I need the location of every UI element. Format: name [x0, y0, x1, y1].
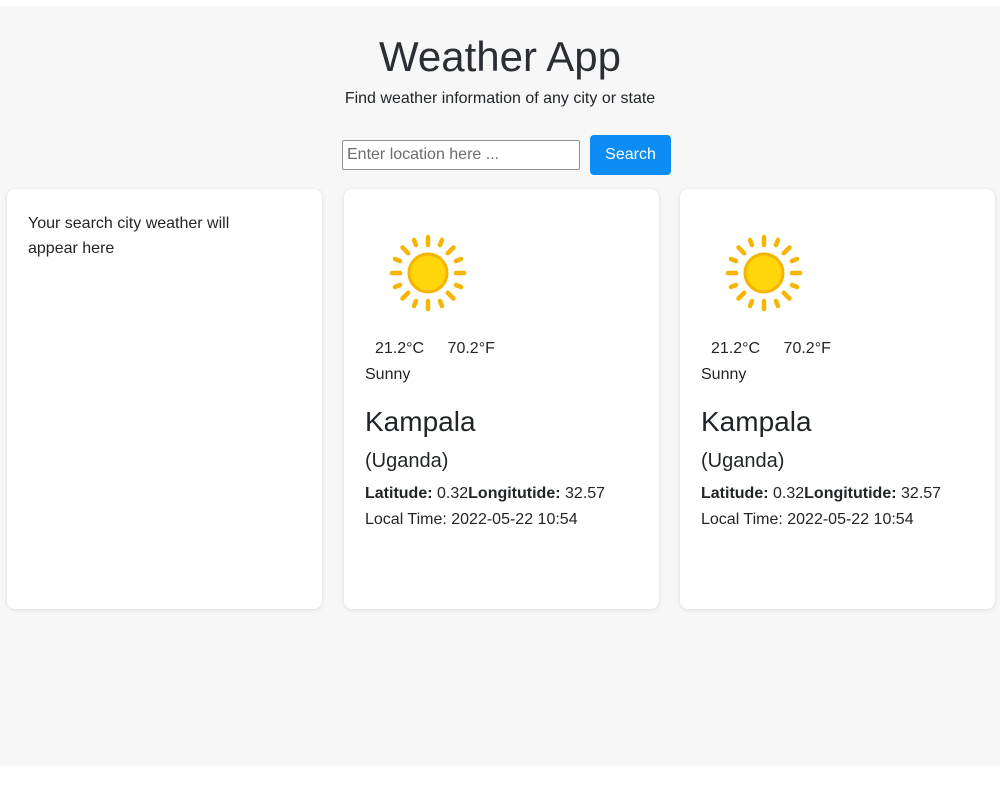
country-name: (Uganda)	[365, 450, 449, 472]
search-input[interactable]	[342, 140, 580, 170]
latitude-value: 0.32	[437, 485, 469, 502]
latitude-value: 0.32	[773, 485, 805, 502]
temperature-celsius: 21.2°C	[711, 340, 761, 357]
weather-card: 21.2°C 70.2°F Sunny Kampala (Uganda) Lat…	[680, 189, 995, 609]
weather-app: Weather App Find weather information of …	[0, 6, 1000, 766]
coordinates: Latitude: 0.32Longitutide: 32.57	[701, 484, 941, 504]
sun-icon	[389, 234, 467, 312]
weather-condition: Sunny	[701, 366, 747, 383]
placeholder-card: Your search city weather will appear her…	[7, 189, 322, 609]
local-time: Local Time: 2022-05-22 10:54	[701, 511, 914, 528]
search-button[interactable]: Search	[590, 135, 671, 175]
longitude-label: Longitutide:	[804, 485, 897, 502]
temperature-readout: 21.2°C 70.2°F	[365, 339, 495, 359]
longitude-value: 32.57	[565, 485, 606, 502]
page-subtitle: Find weather information of any city or …	[344, 90, 656, 107]
latitude-label: Latitude:	[701, 485, 769, 502]
weather-condition: Sunny	[365, 366, 411, 383]
city-name: Kampala	[701, 406, 812, 437]
latitude-label: Latitude:	[365, 485, 433, 502]
temperature-celsius: 21.2°C	[375, 340, 425, 357]
temperature-fahrenheit: 70.2°F	[783, 340, 831, 357]
sun-icon	[725, 234, 803, 312]
longitude-label: Longitutide:	[468, 485, 561, 502]
temperature-fahrenheit: 70.2°F	[447, 340, 495, 357]
search-bar: Search	[342, 135, 671, 175]
temperature-readout: 21.2°C 70.2°F	[701, 339, 831, 359]
placeholder-text: Your search city weather will appear her…	[28, 215, 230, 257]
local-time: Local Time: 2022-05-22 10:54	[365, 511, 578, 528]
page-title: Weather App	[378, 33, 622, 80]
city-name: Kampala	[365, 406, 476, 437]
country-name: (Uganda)	[701, 450, 785, 472]
coordinates: Latitude: 0.32Longitutide: 32.57	[365, 484, 605, 504]
weather-card: 21.2°C 70.2°F Sunny Kampala (Uganda) Lat…	[344, 189, 659, 609]
longitude-value: 32.57	[901, 485, 942, 502]
